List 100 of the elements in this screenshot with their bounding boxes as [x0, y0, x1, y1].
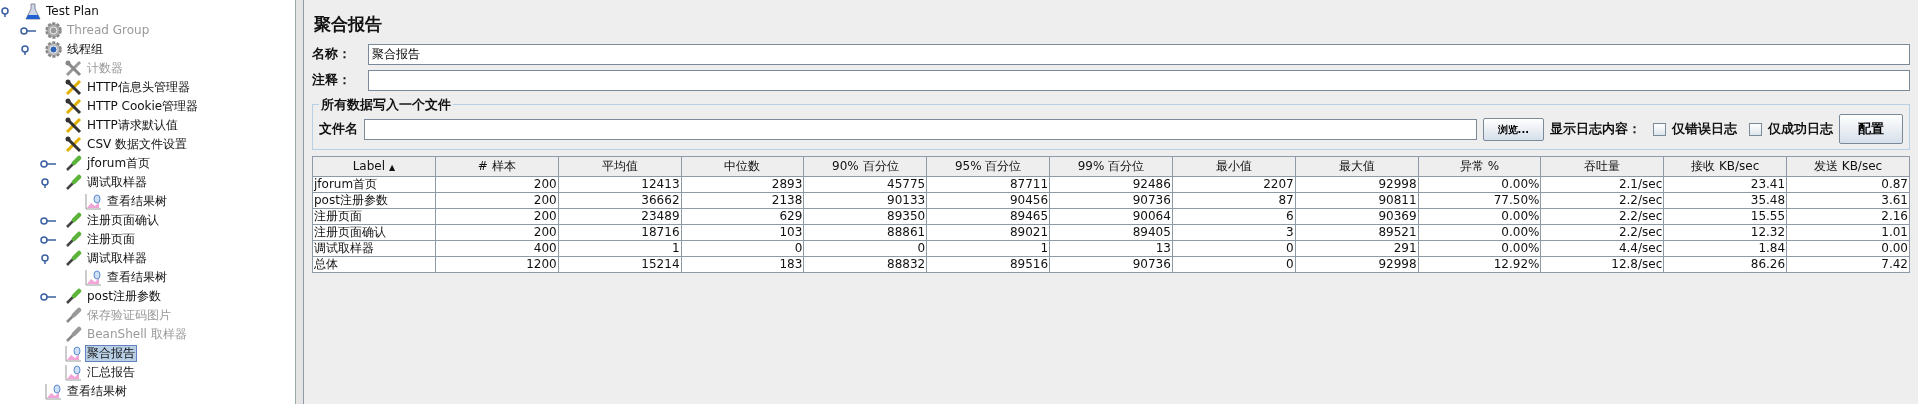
table-cell: 400 [435, 240, 559, 257]
table-cell: 调试取样器 [312, 240, 436, 257]
table-cell: 3.61 [1786, 192, 1910, 209]
table-cell: 183 [681, 256, 804, 273]
checkbox[interactable] [1749, 122, 1762, 136]
table-cell: 77.50% [1418, 192, 1541, 209]
table-cell: 90736 [1049, 256, 1173, 273]
table-cell: 0.00 [1786, 240, 1910, 257]
table-cell: 2.2/sec [1540, 192, 1664, 209]
tree-item[interactable]: HTTP信息头管理器 [85, 79, 192, 96]
table-cell: 1 [558, 240, 682, 257]
tree-item[interactable]: 聚合报告 [85, 345, 137, 362]
dropper-icon [65, 307, 82, 324]
tree-item[interactable]: 查看结果树 [105, 269, 169, 286]
table-cell: 90369 [1295, 208, 1419, 225]
table-cell: 1.84 [1663, 240, 1787, 257]
table-cell: 12.92% [1418, 256, 1541, 273]
table-cell: 13 [1049, 240, 1173, 257]
column-header[interactable]: # 样本 [435, 156, 559, 177]
column-header[interactable]: 平均值 [558, 156, 682, 177]
column-header[interactable]: 95% 百分位 [926, 156, 1050, 177]
table-cell: 35.48 [1663, 192, 1787, 209]
table-cell: 89516 [926, 256, 1050, 273]
tree-item[interactable]: 注册页面确认 [85, 212, 161, 229]
chart-icon [85, 193, 102, 210]
table-cell: 4.4/sec [1540, 240, 1664, 257]
tree-item[interactable]: post注册参数 [85, 288, 163, 305]
tree-item[interactable]: 查看结果树 [105, 193, 169, 210]
tree-toggle-icon[interactable] [40, 234, 56, 245]
table-cell: 18716 [558, 224, 682, 241]
chart-icon [45, 383, 62, 400]
tree-item[interactable]: CSV 数据文件设置 [85, 136, 190, 153]
dropper-icon [65, 231, 82, 248]
column-header[interactable]: 99% 百分位 [1049, 156, 1173, 177]
tree-toggle-icon[interactable] [40, 291, 56, 302]
table-cell: 291 [1295, 240, 1419, 257]
name-field[interactable]: 聚合报告 [368, 43, 1910, 65]
table-cell: 36662 [558, 192, 682, 209]
column-header[interactable]: 发送 KB/sec [1786, 156, 1910, 177]
table-cell: 15214 [558, 256, 682, 273]
flask-icon [25, 3, 41, 20]
wrench-icon [65, 117, 82, 134]
table-cell: 0.00% [1418, 224, 1541, 241]
column-header[interactable]: 90% 百分位 [803, 156, 927, 177]
table-cell: 1200 [435, 256, 559, 273]
filename-field[interactable] [364, 118, 1477, 140]
column-header[interactable]: 最小值 [1172, 156, 1296, 177]
column-header[interactable]: 异常 % [1418, 156, 1541, 177]
column-header[interactable]: 中位数 [681, 156, 804, 177]
table-cell: 15.55 [1663, 208, 1787, 225]
tree-item[interactable]: 调试取样器 [85, 250, 149, 267]
tree-item[interactable]: 调试取样器 [85, 174, 149, 191]
checkbox-label: 仅成功日志 [1768, 119, 1833, 138]
tree-item[interactable]: 线程组 [65, 41, 105, 58]
tree-item[interactable]: jforum首页 [85, 155, 153, 172]
tree-item[interactable]: 查看结果树 [65, 383, 129, 400]
checkbox-label: 仅错误日志 [1672, 119, 1737, 138]
table-cell: 89465 [926, 208, 1050, 225]
tree-item[interactable]: HTTP Cookie管理器 [85, 98, 201, 115]
tree-toggle-icon[interactable] [40, 158, 56, 169]
column-header[interactable]: 接收 KB/sec [1663, 156, 1787, 177]
table-cell: 3 [1172, 224, 1296, 241]
table-cell: 2.1/sec [1540, 176, 1664, 193]
field-label: 注释： [312, 70, 352, 89]
table-cell: 90736 [1049, 192, 1173, 209]
table-cell: 90456 [926, 192, 1050, 209]
browse-button[interactable]: 浏览... [1482, 117, 1544, 141]
table-cell: 0 [1172, 240, 1296, 257]
column-header[interactable]: 吞吐量 [1540, 156, 1664, 177]
table-cell: 6 [1172, 208, 1296, 225]
dropper-icon [65, 155, 82, 172]
dropper-icon [65, 288, 82, 305]
tree-item[interactable]: Test Plan [44, 3, 101, 20]
table-cell: 45775 [803, 176, 927, 193]
tree-toggle-icon[interactable] [40, 215, 56, 226]
tree-item[interactable]: 汇总报告 [85, 364, 137, 381]
comment-field[interactable] [368, 69, 1910, 91]
table-cell: 0.00% [1418, 240, 1541, 257]
tree-item[interactable]: 注册页面 [85, 231, 137, 248]
table-cell: 0.00% [1418, 208, 1541, 225]
table-cell: jforum首页 [312, 176, 436, 193]
table-cell: 1 [926, 240, 1050, 257]
table-cell: 2.2/sec [1540, 224, 1664, 241]
log-label: 显示日志内容： [1550, 119, 1641, 138]
column-header[interactable]: 最大值 [1295, 156, 1419, 177]
dropper-icon [65, 250, 82, 267]
table-cell: 1.01 [1786, 224, 1910, 241]
table-cell: 88832 [803, 256, 927, 273]
table-cell: 2207 [1172, 176, 1296, 193]
tree-item[interactable]: HTTP请求默认值 [85, 117, 180, 134]
table-cell: 86.26 [1663, 256, 1787, 273]
gear-icon [45, 41, 62, 58]
checkbox[interactable] [1653, 122, 1666, 136]
table-cell: 0 [1172, 256, 1296, 273]
config-button[interactable]: 配置 [1839, 114, 1903, 144]
table-cell: 0.00% [1418, 176, 1541, 193]
column-header[interactable]: Label ▲ [312, 156, 436, 177]
table-cell: 200 [435, 176, 559, 193]
table-cell: 12.8/sec [1540, 256, 1664, 273]
table-cell: 89405 [1049, 224, 1173, 241]
